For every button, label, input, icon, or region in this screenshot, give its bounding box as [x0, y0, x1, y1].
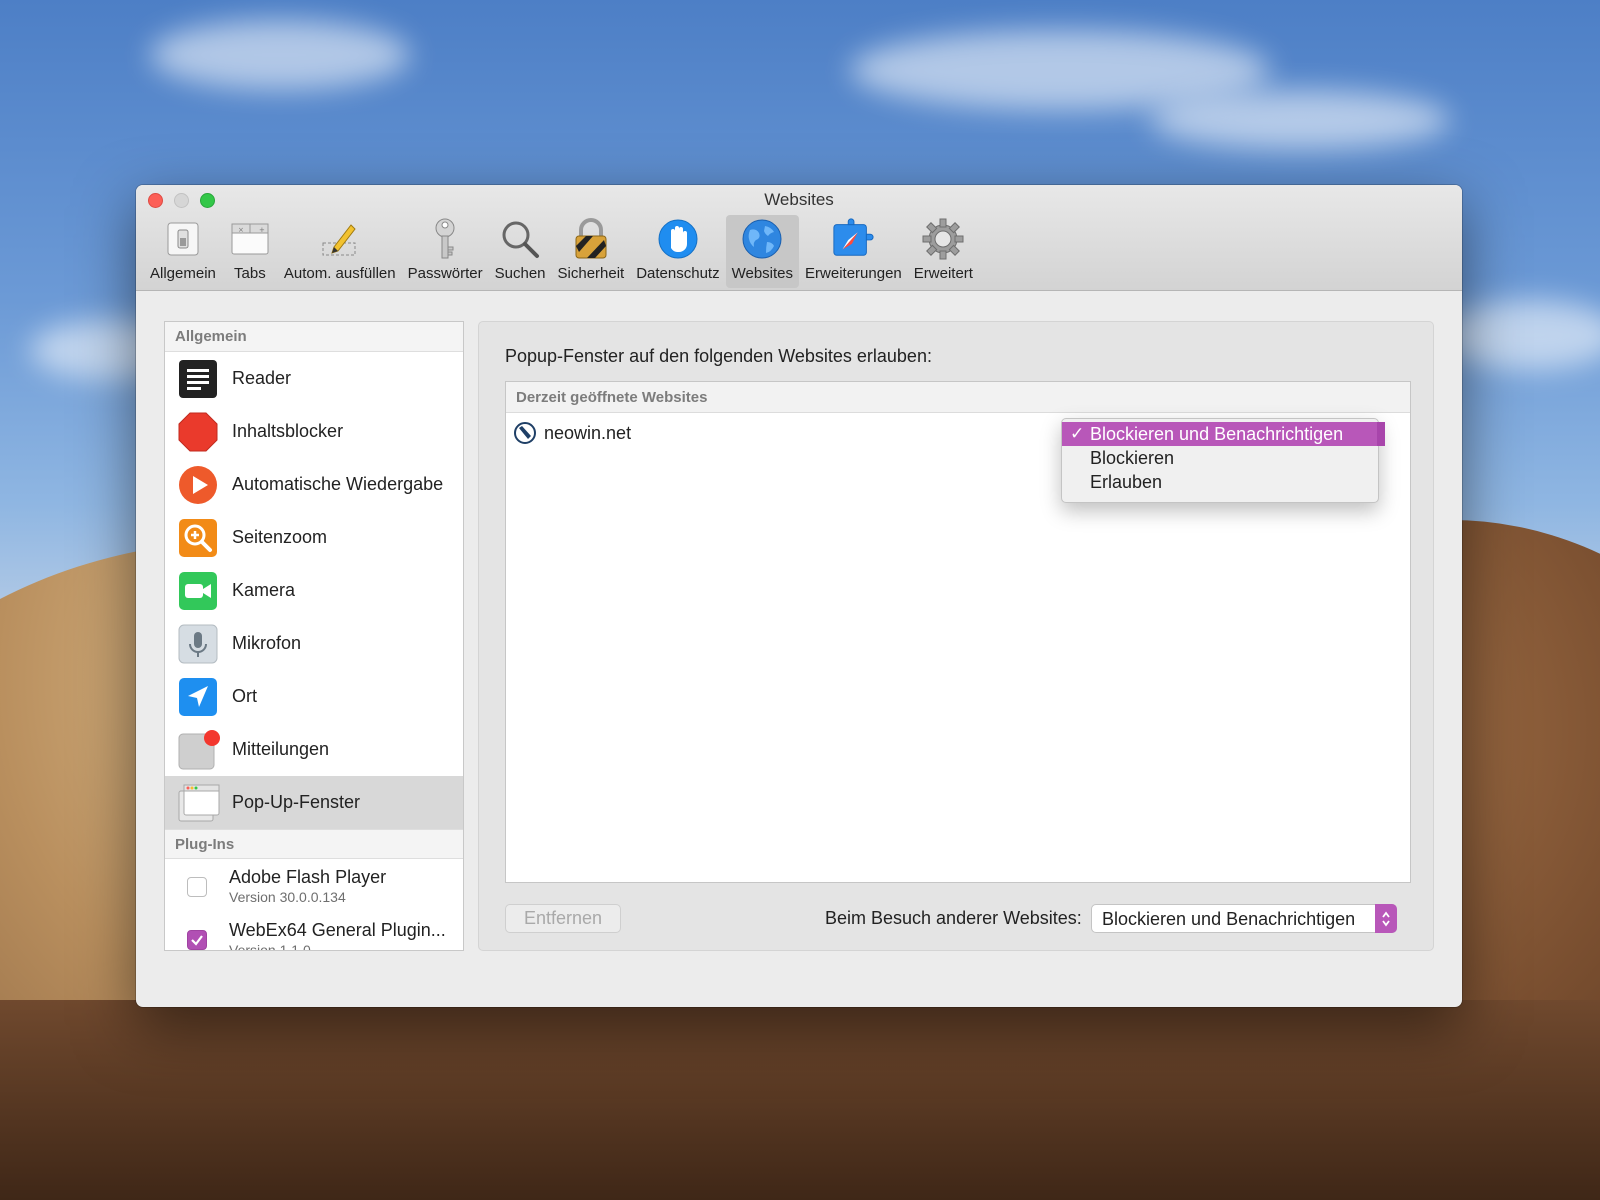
plugin-version: Version 1.1.0 — [229, 942, 311, 951]
hand-icon — [656, 217, 700, 261]
content-area: Allgemein Reader Inhaltsblocker Automati… — [136, 291, 1462, 1007]
panel-title: Popup-Fenster auf den folgenden Websites… — [505, 346, 932, 366]
camera-icon — [178, 571, 218, 611]
dropdown-option-block[interactable]: Blockieren — [1062, 446, 1378, 470]
sidebar-item-camera[interactable]: Kamera — [165, 564, 463, 617]
tab-search[interactable]: Suchen — [489, 215, 552, 288]
permission-dropdown-menu: ✓ Blockieren und Benachrichtigen Blockie… — [1061, 418, 1385, 503]
gear-icon — [921, 217, 965, 261]
magnifier-icon — [498, 217, 542, 261]
cloud — [1150, 90, 1450, 150]
section-header-plugins: Plug-Ins — [165, 829, 463, 859]
other-websites-label: Beim Besuch anderer Websites: — [825, 908, 1082, 928]
globe-icon — [740, 217, 784, 261]
tab-allgemein[interactable]: Allgemein — [144, 215, 222, 288]
tab-security[interactable]: Sicherheit — [552, 215, 631, 288]
remove-button[interactable]: Entfernen — [505, 904, 621, 933]
sidebar-item-page-zoom[interactable]: Seitenzoom — [165, 511, 463, 564]
sidebar-item-notifications[interactable]: Mitteilungen — [165, 723, 463, 776]
settings-panel: Popup-Fenster auf den folgenden Websites… — [478, 321, 1434, 951]
websites-table: Derzeit geöffnete Websites neowin.net ✓ … — [505, 381, 1411, 883]
notifications-icon — [178, 729, 220, 770]
tab-autofill[interactable]: Autom. ausfüllen — [278, 215, 402, 288]
plugin-checkbox-flash[interactable] — [187, 877, 207, 897]
reader-icon — [178, 359, 218, 399]
plugin-item-flash: Adobe Flash Player Version 30.0.0.134 — [165, 859, 463, 912]
window-title: Websites — [764, 190, 834, 209]
cloud — [1440, 300, 1600, 370]
select-stepper[interactable] — [1375, 904, 1397, 933]
tab-websites[interactable]: Websites — [725, 215, 800, 288]
sidebar-item-location[interactable]: Ort — [165, 670, 463, 723]
plugin-checkbox-webex[interactable] — [187, 930, 207, 950]
key-icon — [423, 217, 467, 261]
tab-passwords[interactable]: Passwörter — [402, 215, 489, 288]
dropdown-edge — [1377, 422, 1385, 446]
stop-icon — [178, 412, 218, 452]
other-websites-select[interactable]: Blockieren und Benachrichtigen — [1091, 904, 1397, 933]
location-icon — [178, 677, 218, 717]
play-icon — [178, 465, 218, 505]
desert-floor — [0, 1000, 1600, 1200]
checkmark-icon: ✓ — [1070, 424, 1085, 443]
sidebar-item-autoplay[interactable]: Automatische Wiedergabe — [165, 458, 463, 511]
svg-text:×: × — [238, 226, 244, 234]
tab-privacy[interactable]: Datenschutz — [630, 215, 725, 288]
tab-advanced[interactable]: Erweitert — [908, 215, 979, 288]
tab-extensions[interactable]: Erweiterungen — [799, 215, 908, 288]
popup-window-icon — [178, 783, 220, 823]
microphone-icon — [178, 624, 218, 664]
sidebar-item-microphone[interactable]: Mikrofon — [165, 617, 463, 670]
preferences-toolbar: Allgemein × + Tabs Autom. ausfüllen Passw… — [144, 215, 979, 288]
tabs-icon: × + — [228, 217, 272, 261]
plugin-item-webex: WebEx64 General Plugin... Version 1.1.0 — [165, 912, 463, 951]
svg-text:+: + — [259, 226, 265, 234]
cloud — [150, 20, 410, 90]
puzzle-icon — [831, 217, 875, 261]
sidebar: Allgemein Reader Inhaltsblocker Automati… — [164, 321, 464, 951]
lock-icon — [569, 217, 613, 261]
plugin-name: WebEx64 General Plugin... — [229, 920, 446, 940]
sidebar-item-popup-windows[interactable]: Pop-Up-Fenster — [165, 776, 463, 829]
plugin-version: Version 30.0.0.134 — [229, 889, 346, 905]
chevron-up-down-icon — [1382, 911, 1390, 926]
dropdown-option-allow[interactable]: Erlauben — [1062, 470, 1378, 494]
plugin-name: Adobe Flash Player — [229, 867, 387, 887]
preferences-window: Websites Allgemein × + Tabs Autom. ausfül… — [136, 185, 1462, 1007]
switch-icon — [161, 217, 205, 261]
site-name: neowin.net — [544, 422, 632, 443]
titlebar: Websites Allgemein × + Tabs Autom. ausfül… — [136, 185, 1462, 291]
checkmark-icon — [191, 935, 203, 946]
section-header-general: Allgemein — [165, 322, 463, 352]
sidebar-item-reader[interactable]: Reader — [165, 352, 463, 405]
sidebar-item-content-blocker[interactable]: Inhaltsblocker — [165, 405, 463, 458]
dropdown-option-block-notify[interactable]: ✓ Blockieren und Benachrichtigen — [1062, 422, 1385, 446]
table-header: Derzeit geöffnete Websites — [506, 382, 1410, 413]
zoom-icon — [178, 518, 218, 558]
site-favicon-icon — [514, 422, 536, 444]
tab-tabs[interactable]: × + Tabs — [222, 215, 278, 288]
pencil-icon — [318, 217, 362, 261]
